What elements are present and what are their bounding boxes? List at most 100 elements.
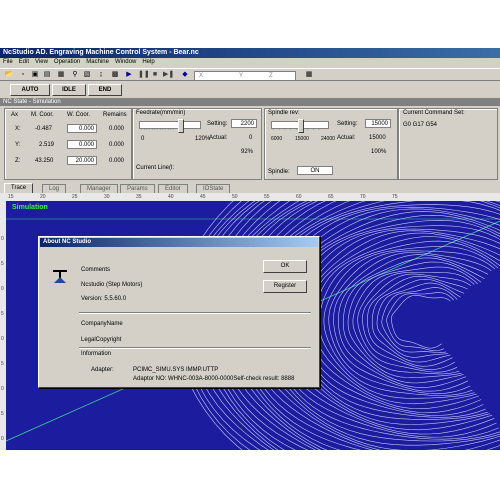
dialog-company: CompanyName <box>81 321 123 327</box>
register-button[interactable]: Register <box>263 280 307 293</box>
axis-x-label: X: <box>15 126 21 132</box>
dialog-adapter-label: Adapter: <box>91 367 114 373</box>
relief-contour <box>323 246 499 396</box>
menu-file[interactable]: File <box>0 58 16 67</box>
app-logo-icon <box>51 267 69 285</box>
spindle-setting[interactable]: 15000 <box>365 119 391 128</box>
vruler-tick: 5 <box>1 261 4 267</box>
calculator-icon[interactable]: ▦ <box>304 70 314 80</box>
vruler-tick: 5 <box>1 361 4 367</box>
feedrate-slider-thumb[interactable] <box>178 119 184 133</box>
mode-idle-button[interactable]: IDLE <box>52 84 86 96</box>
dialog-separator <box>79 312 311 314</box>
axis-z-wcoor[interactable]: 20.000 <box>67 156 97 165</box>
dialog-version: Version: 5.5.60.0 <box>81 296 127 302</box>
ruler-tick: 70 <box>360 194 366 200</box>
spindle-title: Spindle rev: <box>268 110 300 116</box>
vruler-tick: 0 <box>1 386 4 392</box>
command-title: Current Command Set: <box>403 110 465 116</box>
tab-params[interactable]: Params <box>120 184 155 193</box>
mode-bar: AUTO IDLE END <box>0 83 500 96</box>
nc-state-panel: Ax M. Coor. W. Coor. Remains X: -0.487 0… <box>0 108 500 183</box>
tab-manager[interactable]: Manager <box>80 184 118 193</box>
col-wcoor-header: W. Coor. <box>67 112 91 118</box>
ruler-tick: 50 <box>232 194 238 200</box>
properties-icon[interactable]: ▧ <box>82 70 92 80</box>
relief-contour <box>391 294 451 349</box>
spindle-label: Spindle: <box>268 169 290 175</box>
spindle-slider[interactable] <box>271 119 329 133</box>
command-value: G0 G17 G54 <box>403 122 438 128</box>
settings-icon[interactable]: ▩ <box>110 70 120 80</box>
step-icon[interactable]: ↨ <box>96 70 106 80</box>
display-icon[interactable]: ▤ <box>42 70 52 80</box>
toolbar: 📂 ▫ ▣ ▤ ▦ ⚲ ▧ ↨ ▩ ▶ ❚❚ ■ ▶❚ ◆ X Y Z ▦ <box>0 68 500 81</box>
menu-operation[interactable]: Operation <box>51 58 83 67</box>
start-icon[interactable]: ▶ <box>124 70 134 80</box>
tab-log[interactable]: Log <box>42 184 67 193</box>
tab-editor[interactable]: Editor <box>158 184 188 193</box>
axis-x-remains: 0.000 <box>109 126 125 132</box>
feedrate-min: 0 <box>141 136 145 142</box>
axis-y-wcoor[interactable]: 0.000 <box>67 140 97 149</box>
ruler-tick: 75 <box>392 194 398 200</box>
axis-y-mcoor: 2.519 <box>39 142 55 148</box>
spindle-scale-mid: 15000 <box>295 136 309 142</box>
mode-end-button[interactable]: END <box>88 84 122 96</box>
pause-icon[interactable]: ❚❚ <box>138 70 150 80</box>
relief-contour <box>362 273 472 370</box>
ok-button[interactable]: OK <box>263 260 307 273</box>
tab-iostate[interactable]: IOState <box>196 184 231 193</box>
spindle-state[interactable]: ON <box>297 166 333 175</box>
menu-edit[interactable]: Edit <box>16 58 32 67</box>
feedrate-group: Feedrate(mm/min) ˙˙˙˙˙˙˙˙˙˙˙˙˙ 0 120% Se… <box>132 108 262 180</box>
feedrate-slider[interactable] <box>139 119 201 133</box>
spindle-setting-label: Setting: <box>337 121 358 127</box>
feedrate-actual: 0 <box>249 135 253 141</box>
spindle-actual: 15000 <box>369 135 386 141</box>
feedrate-setting[interactable]: 2200 <box>231 119 257 128</box>
feedrate-ticks: ˙˙˙˙˙˙˙˙˙˙˙˙˙ <box>141 129 176 135</box>
zoom-icon[interactable]: ⚲ <box>70 70 80 80</box>
tab-bar: Trace Log Manager Params Editor IOState <box>0 183 500 193</box>
coord-x-label: X <box>199 73 204 79</box>
menu-machine[interactable]: Machine <box>83 58 112 67</box>
axis-z-label: Z: <box>15 158 21 164</box>
tab-trace[interactable]: Trace <box>4 183 34 193</box>
relief-contour <box>318 240 500 399</box>
dialog-adapter-line1: PCIMC_SIMU.SYS IMMP.UTTP <box>133 367 219 373</box>
command-group: Current Command Set: G0 G17 G54 <box>398 108 498 180</box>
dialog-separator <box>79 347 311 349</box>
dialog-title: About NC Studio <box>40 238 318 247</box>
menu-help[interactable]: Help <box>139 58 157 67</box>
relief-contour <box>299 228 500 416</box>
coord-y-label: Y <box>239 73 244 79</box>
diamond-icon[interactable]: ◆ <box>180 70 190 80</box>
window-title: NcStudio AD. Engraving Machine Control S… <box>0 48 500 58</box>
spindle-scale-min: 6000 <box>271 136 283 142</box>
axis-x-wcoor[interactable]: 0.000 <box>67 124 97 133</box>
coord-z-label: Z <box>269 73 273 79</box>
relief-contour <box>294 225 500 418</box>
menu-window[interactable]: Window <box>112 58 139 67</box>
axis-x-mcoor: -0.487 <box>35 126 53 132</box>
dialog-copyright: LegalCopyright <box>81 337 122 343</box>
vruler-tick: 5 <box>1 411 4 417</box>
mode-auto-button[interactable]: AUTO <box>10 84 50 96</box>
feedrate-setting-label: Setting: <box>207 121 228 127</box>
relief-contour <box>386 292 455 352</box>
ruler-tick: 30 <box>104 194 110 200</box>
menu-view[interactable]: View <box>32 58 51 67</box>
relief-contour <box>381 287 458 353</box>
step-forward-icon[interactable]: ▶❚ <box>163 70 174 80</box>
vruler-tick: 5 <box>1 311 4 317</box>
stop-icon[interactable]: ■ <box>150 70 160 80</box>
axis-y-remains: 0.000 <box>109 142 125 148</box>
vruler-tick: 0 <box>1 236 4 242</box>
window-icon[interactable]: ▣ <box>30 70 40 80</box>
ruler-tick: 40 <box>168 194 174 200</box>
edit-file-icon[interactable]: ▫ <box>18 70 28 80</box>
open-file-icon[interactable]: ▦ <box>56 70 66 80</box>
simulation-label: Simulation <box>12 204 48 211</box>
open-icon[interactable]: 📂 <box>4 70 14 80</box>
